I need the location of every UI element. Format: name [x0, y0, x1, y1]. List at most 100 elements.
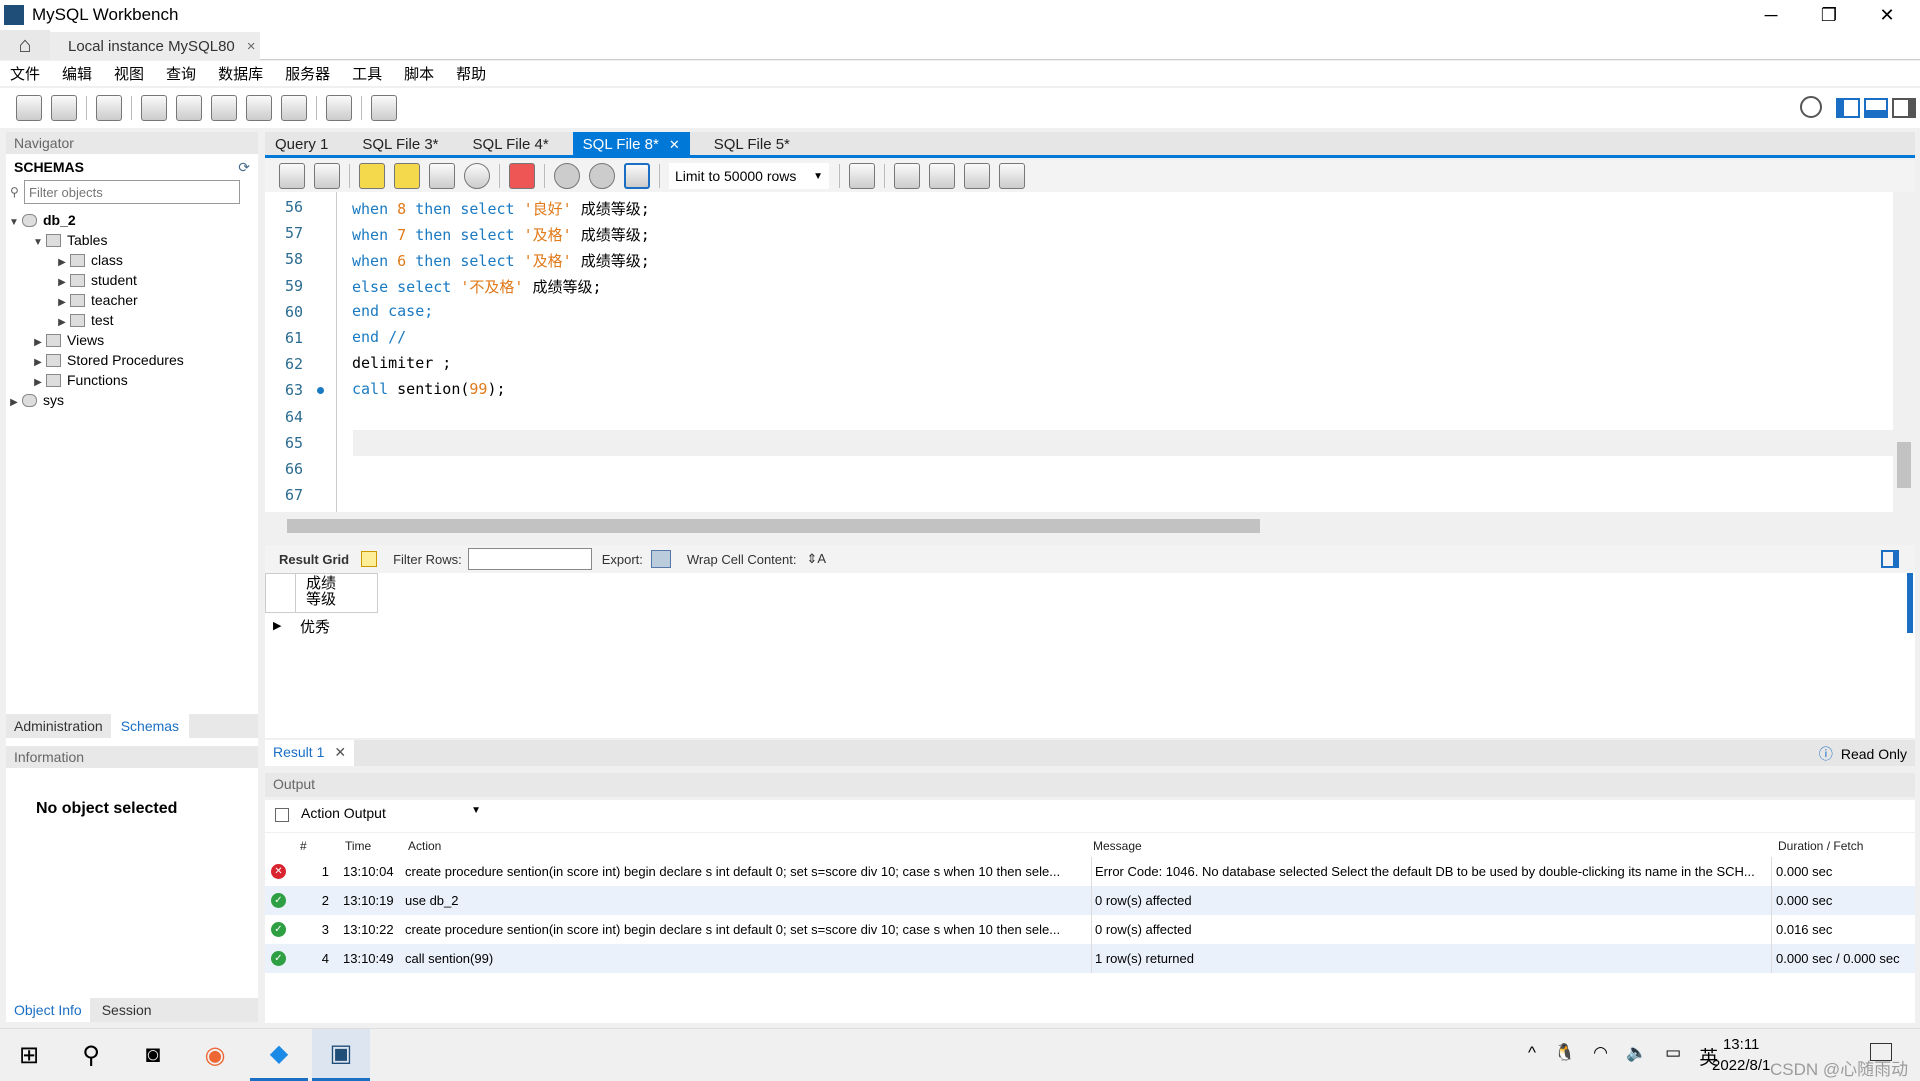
save-icon[interactable] — [314, 163, 340, 189]
explain-icon[interactable] — [429, 163, 455, 189]
menu-edit[interactable]: 编辑 — [62, 63, 92, 84]
browser-icon[interactable]: ◉ — [186, 1029, 244, 1081]
editor-horizontal-scrollbar[interactable] — [265, 515, 1895, 535]
menu-help[interactable]: 帮助 — [456, 63, 486, 84]
reconnect-icon[interactable] — [371, 95, 397, 121]
word-wrap-icon[interactable] — [999, 163, 1025, 189]
wifi-icon[interactable]: ◠ — [1593, 1043, 1608, 1070]
menu-scripting[interactable]: 脚本 — [404, 63, 434, 84]
qq-icon[interactable]: 🐧 — [1554, 1043, 1575, 1070]
tree-item-db-2[interactable]: ▼ db_2 — [6, 210, 258, 230]
tab-session[interactable]: Session — [90, 998, 164, 1022]
home-icon[interactable]: ⌂ — [0, 30, 50, 60]
close-icon[interactable]: ✕ — [669, 137, 680, 152]
filter-objects-input[interactable] — [24, 180, 240, 204]
camera-app-icon[interactable]: ◙ — [124, 1029, 182, 1081]
tab-schemas[interactable]: Schemas — [110, 714, 190, 738]
create-procedure-icon[interactable] — [246, 95, 272, 121]
tab-sql-file-4[interactable]: SQL File 4* — [463, 132, 559, 155]
battery-icon[interactable]: ▭ — [1665, 1043, 1681, 1070]
tree-item-table[interactable]: ▶ test — [6, 310, 258, 330]
create-function-icon[interactable] — [281, 95, 307, 121]
tree-item-table[interactable]: ▶ student — [6, 270, 258, 290]
toggle-output-icon[interactable] — [1864, 98, 1888, 118]
tree-item-functions[interactable]: ▶ Functions — [6, 370, 258, 390]
export-icon[interactable] — [650, 550, 671, 568]
stop-icon[interactable] — [464, 163, 490, 189]
output-row[interactable]: ✓ 2 13:10:19 use db_2 0 row(s) affected … — [265, 886, 1915, 915]
create-schema-icon[interactable] — [141, 95, 167, 121]
tree-item-stored-procedures[interactable]: ▶ Stored Procedures — [6, 350, 258, 370]
open-file-icon[interactable] — [279, 163, 305, 189]
settings-icon[interactable] — [1800, 96, 1822, 118]
menu-database[interactable]: 数据库 — [218, 63, 263, 84]
beautify-icon[interactable] — [894, 163, 920, 189]
tab-administration[interactable]: Administration — [6, 714, 111, 738]
filter-rows-input[interactable] — [467, 548, 592, 570]
autocommit-icon[interactable] — [624, 163, 650, 189]
output-row[interactable]: ✓ 3 13:10:22 create procedure sention(in… — [265, 915, 1915, 944]
commit-icon[interactable] — [554, 163, 580, 189]
connection-tab[interactable]: Local instance MySQL80 × — [50, 32, 260, 60]
toggle-sidebar-icon[interactable] — [1836, 98, 1860, 118]
restore-button[interactable]: ❐ — [1800, 0, 1858, 30]
output-type-select[interactable]: Action Output ▼ — [301, 805, 481, 827]
invisible-chars-icon[interactable] — [964, 163, 990, 189]
inspector-icon[interactable] — [96, 95, 122, 121]
create-table-icon[interactable] — [176, 95, 202, 121]
result-cell[interactable]: 优秀 — [300, 616, 330, 637]
rollback-icon[interactable] — [589, 163, 615, 189]
copy-icon[interactable] — [275, 808, 289, 822]
create-view-icon[interactable] — [211, 95, 237, 121]
search-table-data-icon[interactable] — [326, 95, 352, 121]
tree-item-views[interactable]: ▶ Views — [6, 330, 258, 350]
close-icon[interactable]: × — [247, 38, 256, 55]
editor-vertical-scrollbar[interactable] — [1893, 192, 1915, 512]
new-sql-tab-icon[interactable] — [16, 95, 42, 121]
column-header[interactable]: 成绩 等级 — [295, 573, 378, 613]
menu-query[interactable]: 查询 — [166, 63, 196, 84]
find-icon[interactable] — [929, 163, 955, 189]
output-row[interactable]: ✓ 4 13:10:49 call sention(99) 1 row(s) r… — [265, 944, 1915, 973]
limit-rows-select[interactable]: Limit to 50000 rows ▼ — [669, 163, 829, 189]
close-icon[interactable]: ✕ — [334, 744, 346, 760]
open-sql-script-icon[interactable] — [51, 95, 77, 121]
tab-object-info[interactable]: Object Info — [6, 998, 90, 1022]
tree-item-tables[interactable]: ▼ Tables — [6, 230, 258, 250]
result-side-panel-icon[interactable] — [1881, 550, 1899, 568]
output-row[interactable]: ✕ 1 13:10:04 create procedure sention(in… — [265, 857, 1915, 886]
menu-view[interactable]: 视图 — [114, 63, 144, 84]
tab-result-1[interactable]: Result 1 ✕ — [265, 740, 355, 766]
result-grid-button[interactable]: Result Grid — [279, 552, 349, 567]
tab-query-1[interactable]: Query 1 — [265, 132, 338, 155]
close-button[interactable]: ✕ — [1858, 0, 1916, 30]
tree-item-table[interactable]: ▶ class — [6, 250, 258, 270]
execute-icon[interactable] — [359, 163, 385, 189]
wrap-cell-icon[interactable]: ⇕A — [806, 551, 826, 567]
execute-current-icon[interactable] — [394, 163, 420, 189]
tab-sql-file-8[interactable]: SQL File 8* ✕ — [572, 132, 690, 155]
tree-item-table[interactable]: ▶ teacher — [6, 290, 258, 310]
feishu-app-icon[interactable]: ◆ — [250, 1029, 308, 1081]
add-snippet-icon[interactable] — [849, 163, 875, 189]
grid-view-icon[interactable] — [361, 551, 378, 567]
sql-editor[interactable]: 56 57 58 59 60 61 62 63 64 65 66 67 when 8 then sel… — [265, 192, 1895, 512]
show-hidden-icons-icon[interactable]: ^ — [1528, 1043, 1536, 1070]
clock[interactable]: 13:11 2022/8/1 — [1712, 1034, 1770, 1076]
notifications-icon[interactable] — [1870, 1043, 1892, 1061]
menu-server[interactable]: 服务器 — [285, 63, 330, 84]
minimize-button[interactable]: ─ — [1742, 0, 1800, 30]
mysql-workbench-taskbar-icon[interactable]: ▣ — [312, 1029, 370, 1081]
menu-tools[interactable]: 工具 — [352, 63, 382, 84]
refresh-icon[interactable]: ⟳ — [238, 159, 250, 176]
menu-file[interactable]: 文件 — [10, 63, 40, 84]
start-icon[interactable]: ⊞ — [0, 1029, 58, 1081]
line-number: 59 — [285, 276, 304, 295]
search-icon[interactable]: ⚲ — [62, 1029, 120, 1081]
tab-sql-file-5[interactable]: SQL File 5* — [704, 132, 800, 155]
volume-icon[interactable]: 🔈 — [1626, 1043, 1647, 1070]
tab-sql-file-3[interactable]: SQL File 3* — [352, 132, 448, 155]
toggle-secondary-sidebar-icon[interactable] — [1892, 98, 1916, 118]
tree-item-sys[interactable]: ▶ sys — [6, 390, 258, 410]
stop-on-error-icon[interactable] — [509, 163, 535, 189]
